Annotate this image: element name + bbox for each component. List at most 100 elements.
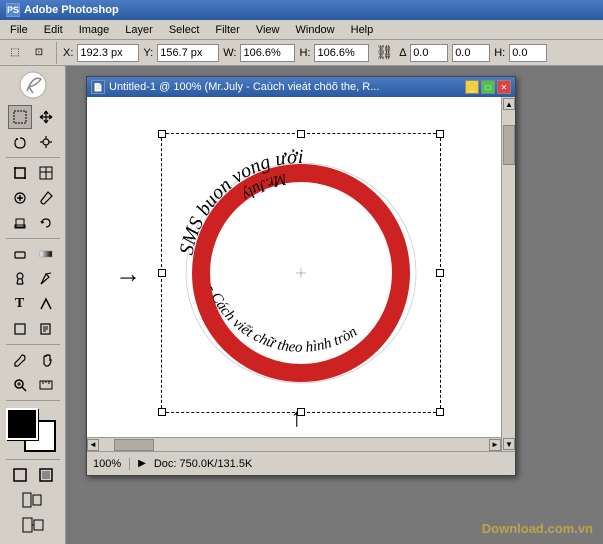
handle-tl[interactable] xyxy=(158,130,166,138)
circle-art-svg: SMS buon vong ưởi - Cách viết chữ theo h… xyxy=(171,143,431,403)
scrollbar-left-btn[interactable]: ◄ xyxy=(87,439,99,451)
tool-divider-4 xyxy=(6,400,60,401)
pen-tool-btn[interactable] xyxy=(34,267,58,291)
tool-row-6 xyxy=(8,242,58,266)
text-tool-btn[interactable]: T xyxy=(8,292,32,316)
x-label: X: xyxy=(63,47,73,59)
marquee-tool-btn[interactable] xyxy=(8,105,32,129)
brush-tool-btn[interactable] xyxy=(34,186,58,210)
fullscreen-mode-btn[interactable] xyxy=(21,513,45,537)
standard-mode-btn[interactable] xyxy=(8,463,32,487)
maximize-btn[interactable]: □ xyxy=(481,80,495,94)
doc-icon: 📄 xyxy=(91,80,105,94)
screen-mode-btn[interactable] xyxy=(21,488,45,512)
eraser-tool-btn[interactable] xyxy=(8,242,32,266)
handle-bl[interactable] xyxy=(158,408,166,416)
document-canvas: → ↑ xyxy=(87,97,515,451)
color-swatches xyxy=(6,408,60,452)
scrollbar-thumb-v[interactable] xyxy=(503,125,515,165)
selection-container: SMS buon vong ưởi - Cách viết chữ theo h… xyxy=(171,143,431,406)
lasso-tool-btn[interactable] xyxy=(8,130,32,154)
crop-tool-btn[interactable] xyxy=(8,161,32,185)
doc-title-left: 📄 Untitled-1 @ 100% (Mr.July - Caùch vie… xyxy=(91,80,379,94)
tool-row-3 xyxy=(8,161,58,185)
gradient-tool-btn[interactable] xyxy=(34,242,58,266)
w-input[interactable] xyxy=(240,44,295,62)
tool-row-8: T xyxy=(8,292,58,316)
close-btn[interactable]: ✕ xyxy=(497,80,511,94)
scrollbar-right-btn[interactable]: ► xyxy=(489,439,501,451)
window-controls: _ □ ✕ xyxy=(465,80,511,94)
angle-input[interactable] xyxy=(410,44,448,62)
move-tool-btn[interactable] xyxy=(34,105,58,129)
handle-ml[interactable] xyxy=(158,269,166,277)
foreground-color-swatch[interactable] xyxy=(6,408,38,440)
ps-logo-icon xyxy=(19,71,47,99)
quickmask-mode-btn[interactable] xyxy=(34,463,58,487)
dodge-tool-btn[interactable] xyxy=(8,267,32,291)
screen-row xyxy=(21,488,45,512)
menu-edit[interactable]: Edit xyxy=(36,22,71,38)
watermark-text: Download.com.vn xyxy=(482,521,593,536)
eyedropper-tool-btn[interactable] xyxy=(8,348,32,372)
watermark: Download.com.vn xyxy=(482,521,593,536)
doc-size-info: Doc: 750.0K/131.5K xyxy=(154,458,252,470)
menu-file[interactable]: File xyxy=(2,22,36,38)
tool-divider-3 xyxy=(6,344,60,345)
minimize-btn[interactable]: _ xyxy=(465,80,479,94)
path-select-btn[interactable] xyxy=(34,292,58,316)
h-input[interactable] xyxy=(314,44,369,62)
healing-tool-btn[interactable] xyxy=(8,186,32,210)
angle-label: ∆ xyxy=(399,47,406,59)
measure-tool-btn[interactable] xyxy=(34,373,58,397)
scrollbar-thumb-h[interactable] xyxy=(114,439,154,451)
handle-tr[interactable] xyxy=(436,130,444,138)
link-toggle[interactable]: ⛓ xyxy=(373,42,395,64)
handle-br[interactable] xyxy=(436,408,444,416)
status-options-btn[interactable]: ▶ xyxy=(138,458,146,469)
tool-divider-2 xyxy=(6,238,60,239)
app-title-bar: PS Adobe Photoshop xyxy=(0,0,603,20)
menu-image[interactable]: Image xyxy=(71,22,118,38)
slice-tool-btn[interactable] xyxy=(34,161,58,185)
tool-row-5 xyxy=(8,211,58,235)
options-toolbar: ⬚ ⊡ X: Y: W: H: ⛓ ∆ H: xyxy=(0,40,603,66)
menu-view[interactable]: View xyxy=(248,22,288,38)
menu-help[interactable]: Help xyxy=(343,22,382,38)
notes-tool-btn[interactable] xyxy=(34,317,58,341)
hand-tool-btn[interactable] xyxy=(34,348,58,372)
shape-tool-btn[interactable] xyxy=(8,317,32,341)
transform-btn[interactable]: ⬚ xyxy=(4,42,26,64)
canvas-area: 📄 Untitled-1 @ 100% (Mr.July - Caùch vie… xyxy=(66,66,603,544)
doc-title: Untitled-1 @ 100% (Mr.July - Caùch vieát… xyxy=(109,81,379,93)
transform-btn2[interactable]: ⊡ xyxy=(28,42,50,64)
bottom-arrow-annotation: ↑ xyxy=(290,402,303,433)
magic-wand-btn[interactable] xyxy=(34,130,58,154)
stamp-tool-btn[interactable] xyxy=(8,211,32,235)
menu-layer[interactable]: Layer xyxy=(117,22,161,38)
tool-row-11 xyxy=(8,373,58,397)
tool-row-4 xyxy=(8,186,58,210)
handle-mr[interactable] xyxy=(436,269,444,277)
scrollbar-up-btn[interactable]: ▲ xyxy=(503,98,515,110)
handle-tc[interactable] xyxy=(297,130,305,138)
menu-window[interactable]: Window xyxy=(288,22,343,38)
document-window: 📄 Untitled-1 @ 100% (Mr.July - Caùch vie… xyxy=(86,76,516,476)
h2-label: H: xyxy=(494,47,505,59)
x-input[interactable] xyxy=(77,44,139,62)
doc-status-bar: 100% ▶ Doc: 750.0K/131.5K xyxy=(87,451,515,475)
transform-tool-group: ⬚ ⊡ xyxy=(4,42,57,64)
main-area: T xyxy=(0,66,603,544)
zoom-level: 100% xyxy=(93,458,130,470)
history-tool-btn[interactable] xyxy=(34,211,58,235)
zoom-tool-btn[interactable] xyxy=(8,373,32,397)
y-input[interactable] xyxy=(157,44,219,62)
menu-filter[interactable]: Filter xyxy=(207,22,247,38)
horizontal-scrollbar[interactable]: ◄ ► xyxy=(87,437,501,451)
menu-select[interactable]: Select xyxy=(161,22,208,38)
vertical-scrollbar[interactable]: ▲ ▼ xyxy=(501,97,515,451)
h2-value-input[interactable] xyxy=(509,44,547,62)
scrollbar-down-btn[interactable]: ▼ xyxy=(503,438,515,450)
h2-input[interactable] xyxy=(452,44,490,62)
tool-row-9 xyxy=(8,317,58,341)
